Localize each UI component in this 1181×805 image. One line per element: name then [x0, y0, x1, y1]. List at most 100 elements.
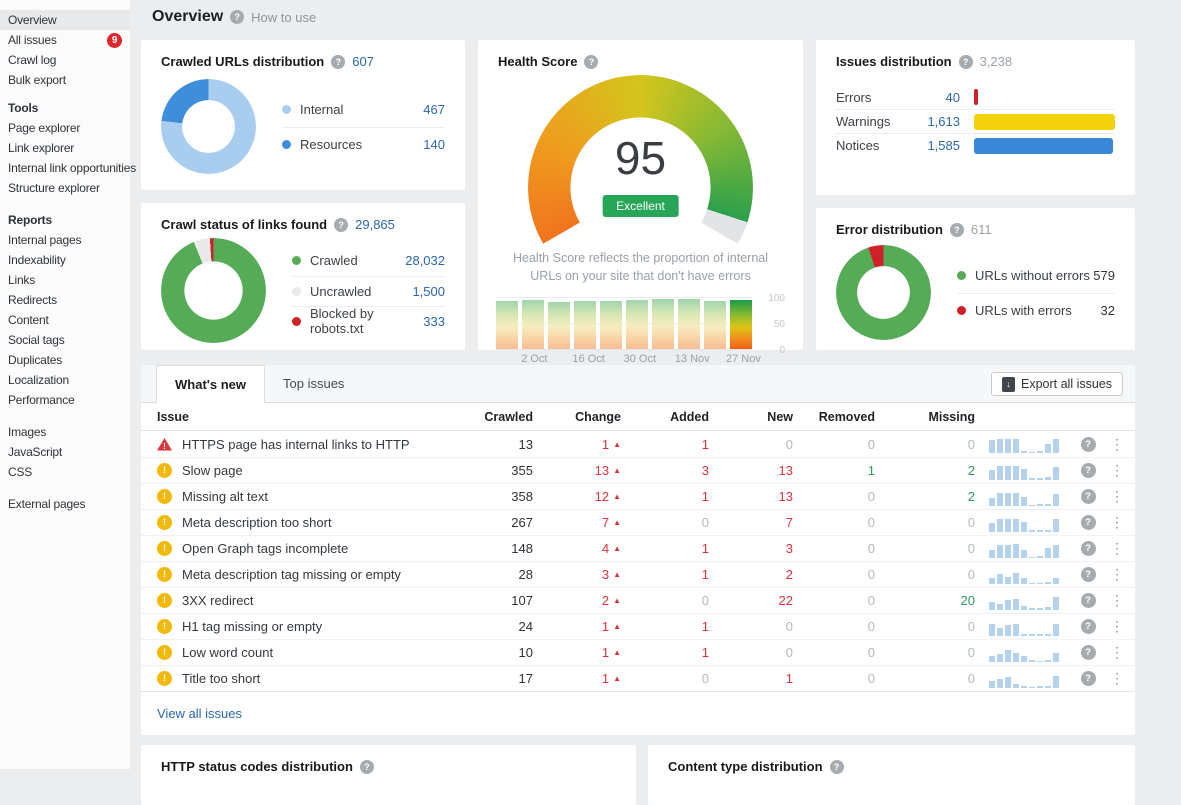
sidebar-item-internal-pages[interactable]: Internal pages: [0, 230, 130, 250]
help-icon[interactable]: ?: [830, 760, 844, 774]
sidebar-item-links[interactable]: Links: [0, 270, 130, 290]
links-found-total[interactable]: 29,865: [355, 217, 395, 232]
missing-value[interactable]: 0: [875, 671, 975, 686]
how-to-use-help-icon[interactable]: ?: [230, 10, 244, 24]
sidebar-item-images[interactable]: Images: [0, 422, 130, 442]
help-icon[interactable]: ?: [1081, 671, 1096, 686]
sidebar-item-all-issues[interactable]: All issues9: [0, 30, 130, 50]
row-menu-kebab-icon[interactable]: ⋮: [1105, 462, 1129, 479]
change-value[interactable]: 1▲: [533, 619, 621, 634]
crawled-value[interactable]: 10: [453, 645, 533, 660]
col-issue[interactable]: Issue: [157, 410, 453, 424]
sidebar-item-performance[interactable]: Performance: [0, 390, 130, 410]
new-value[interactable]: 0: [709, 619, 793, 634]
change-value[interactable]: 4▲: [533, 541, 621, 556]
help-icon[interactable]: ?: [1081, 463, 1096, 478]
col-removed[interactable]: Removed: [793, 410, 875, 424]
crawled-value[interactable]: 355: [453, 463, 533, 478]
col-new[interactable]: New: [709, 410, 793, 424]
row-menu-kebab-icon[interactable]: ⋮: [1105, 488, 1129, 505]
help-icon[interactable]: ?: [959, 55, 973, 69]
sidebar-item-javascript[interactable]: JavaScript: [0, 442, 130, 462]
removed-value[interactable]: 0: [793, 541, 875, 556]
issue-link[interactable]: H1 tag missing or empty: [182, 619, 322, 634]
crawled-value[interactable]: 17: [453, 671, 533, 686]
help-icon[interactable]: ?: [1081, 437, 1096, 452]
tab-top-issues[interactable]: Top issues: [265, 365, 362, 402]
added-value[interactable]: 1: [621, 489, 709, 504]
crawled-value[interactable]: 358: [453, 489, 533, 504]
row-menu-kebab-icon[interactable]: ⋮: [1105, 540, 1129, 557]
change-value[interactable]: 13▲: [533, 463, 621, 478]
change-value[interactable]: 1▲: [533, 671, 621, 686]
new-value[interactable]: 7: [709, 515, 793, 530]
change-value[interactable]: 12▲: [533, 489, 621, 504]
sidebar-item-css[interactable]: CSS: [0, 462, 130, 482]
removed-value[interactable]: 0: [793, 515, 875, 530]
sidebar-item-content[interactable]: Content: [0, 310, 130, 330]
crawled-value[interactable]: 267: [453, 515, 533, 530]
issue-link[interactable]: HTTPS page has internal links to HTTP: [182, 437, 410, 452]
help-icon[interactable]: ?: [584, 55, 598, 69]
help-icon[interactable]: ?: [1081, 515, 1096, 530]
row-menu-kebab-icon[interactable]: ⋮: [1105, 566, 1129, 583]
how-to-use-link[interactable]: How to use: [251, 10, 316, 25]
blocked-count[interactable]: 333: [423, 314, 445, 329]
help-icon[interactable]: ?: [1081, 567, 1096, 582]
added-value[interactable]: 0: [621, 515, 709, 530]
row-menu-kebab-icon[interactable]: ⋮: [1105, 670, 1129, 687]
help-icon[interactable]: ?: [950, 223, 964, 237]
export-all-issues-button[interactable]: ↓ Export all issues: [991, 372, 1123, 396]
new-value[interactable]: 3: [709, 541, 793, 556]
issue-link[interactable]: Open Graph tags incomplete: [182, 541, 348, 556]
row-menu-kebab-icon[interactable]: ⋮: [1105, 644, 1129, 661]
new-value[interactable]: 0: [709, 437, 793, 452]
sidebar-item-crawl-log[interactable]: Crawl log: [0, 50, 130, 70]
added-value[interactable]: 1: [621, 567, 709, 582]
issue-link[interactable]: Meta description too short: [182, 515, 332, 530]
warnings-count[interactable]: 1,613: [908, 114, 960, 129]
row-menu-kebab-icon[interactable]: ⋮: [1105, 592, 1129, 609]
sidebar-item-page-explorer[interactable]: Page explorer: [0, 118, 130, 138]
issue-link[interactable]: Meta description tag missing or empty: [182, 567, 401, 582]
change-value[interactable]: 1▲: [533, 645, 621, 660]
missing-value[interactable]: 0: [875, 437, 975, 452]
added-value[interactable]: 1: [621, 619, 709, 634]
view-all-issues-link[interactable]: View all issues: [157, 706, 242, 721]
sidebar-item-redirects[interactable]: Redirects: [0, 290, 130, 310]
new-value[interactable]: 0: [709, 645, 793, 660]
missing-value[interactable]: 0: [875, 619, 975, 634]
added-value[interactable]: 0: [621, 671, 709, 686]
col-crawled[interactable]: Crawled: [453, 410, 533, 424]
removed-value[interactable]: 0: [793, 437, 875, 452]
sidebar-item-localization[interactable]: Localization: [0, 370, 130, 390]
removed-value[interactable]: 0: [793, 567, 875, 582]
errors-count[interactable]: 40: [908, 90, 960, 105]
new-value[interactable]: 13: [709, 489, 793, 504]
sidebar-item-overview[interactable]: Overview: [0, 10, 130, 30]
removed-value[interactable]: 0: [793, 489, 875, 504]
internal-count[interactable]: 467: [423, 102, 445, 117]
sidebar-item-bulk-export[interactable]: Bulk export: [0, 70, 130, 90]
crawled-value[interactable]: 24: [453, 619, 533, 634]
missing-value[interactable]: 0: [875, 541, 975, 556]
sidebar-item-structure-explorer[interactable]: Structure explorer: [0, 178, 130, 198]
issue-link[interactable]: Title too short: [182, 671, 260, 686]
missing-value[interactable]: 0: [875, 567, 975, 582]
help-icon[interactable]: ?: [1081, 489, 1096, 504]
missing-value[interactable]: 2: [875, 463, 975, 478]
change-value[interactable]: 2▲: [533, 593, 621, 608]
change-value[interactable]: 1▲: [533, 437, 621, 452]
col-change[interactable]: Change: [533, 410, 621, 424]
resources-count[interactable]: 140: [423, 137, 445, 152]
help-icon[interactable]: ?: [334, 218, 348, 232]
added-value[interactable]: 1: [621, 541, 709, 556]
change-value[interactable]: 3▲: [533, 567, 621, 582]
issue-link[interactable]: Slow page: [182, 463, 243, 478]
col-added[interactable]: Added: [621, 410, 709, 424]
missing-value[interactable]: 0: [875, 515, 975, 530]
new-value[interactable]: 13: [709, 463, 793, 478]
issue-link[interactable]: Missing alt text: [182, 489, 268, 504]
crawled-value[interactable]: 148: [453, 541, 533, 556]
new-value[interactable]: 1: [709, 671, 793, 686]
